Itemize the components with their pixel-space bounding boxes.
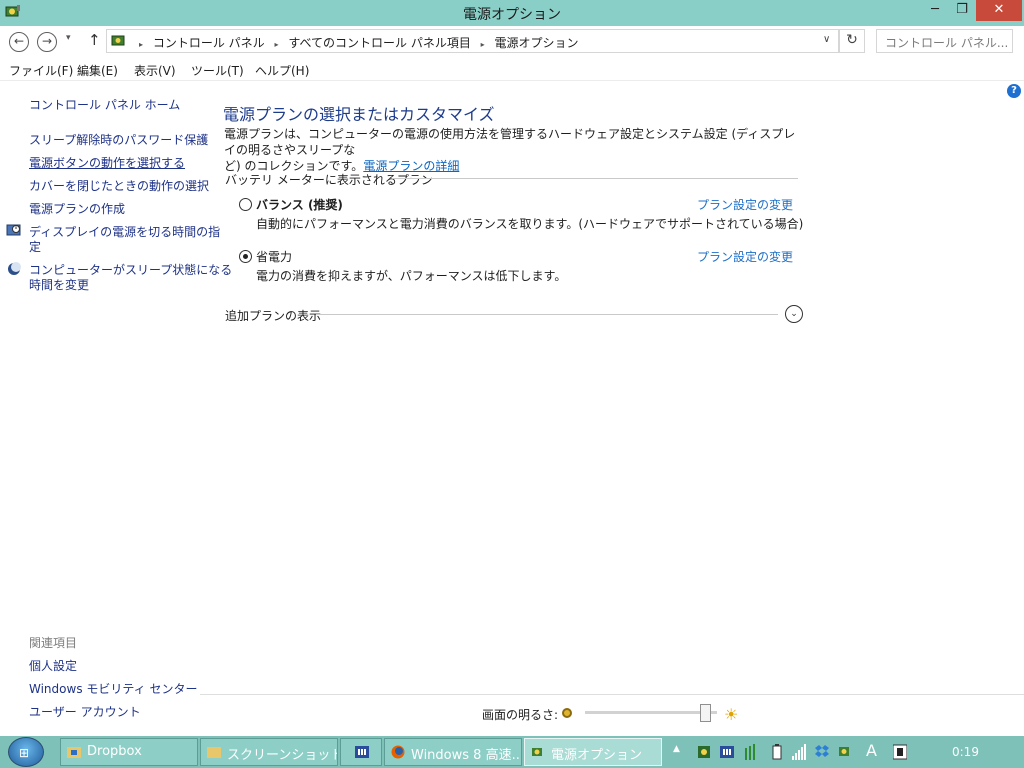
back-button[interactable]: ←: [9, 32, 29, 52]
network-signal-icon[interactable]: [792, 744, 806, 760]
brightness-label: 画面の明るさ:: [482, 708, 559, 722]
help-icon[interactable]: ?: [1007, 84, 1021, 98]
breadcrumb-control-panel[interactable]: コントロール パネル: [153, 36, 265, 50]
show-additional-plans-label[interactable]: 追加プランの表示: [225, 307, 321, 324]
window-title: 電源オプション: [463, 7, 561, 23]
related-personalization[interactable]: 個人設定: [29, 657, 77, 674]
description-line-1: 電源プランは、コンピューターの電源の使用方法を管理するハードウェア設定とシステム…: [224, 127, 796, 157]
sidebar-lid-close-action[interactable]: カバーを閉じたときの動作の選択: [29, 177, 209, 194]
balanced-plan-settings-link[interactable]: プラン設定の変更: [697, 196, 793, 213]
sidebar-create-plan[interactable]: 電源プランの作成: [29, 200, 125, 217]
start-button[interactable]: ⊞: [8, 737, 44, 767]
balanced-plan-radio[interactable]: [239, 198, 252, 211]
power-saver-plan-description: 電力の消費を抑えますが、パフォーマンスは低下します。: [256, 269, 567, 283]
taskbar-firefox[interactable]: Windows 8 高速...: [384, 738, 522, 766]
radio-selected-dot: [243, 254, 248, 259]
tray-expand-icon[interactable]: ▲: [673, 744, 687, 760]
related-user-accounts[interactable]: ユーザー アカウント: [29, 703, 141, 720]
sidebar-control-panel-home[interactable]: コントロール パネル ホーム: [29, 96, 180, 113]
tray-app-green-icon[interactable]: [697, 744, 711, 760]
power-saver-plan-settings-link[interactable]: プラン設定の変更: [697, 248, 793, 265]
power-saver-plan-radio[interactable]: [239, 250, 252, 263]
app-icon: [355, 746, 369, 758]
taskbar-dropbox[interactable]: Dropbox: [60, 738, 198, 766]
additional-plans-divider: [316, 314, 778, 315]
folder-icon: [207, 747, 221, 758]
power-options-icon: [532, 748, 542, 756]
menu-tools[interactable]: ツール(T): [191, 62, 244, 79]
refresh-button[interactable]: ↻: [839, 29, 865, 53]
battery-icon[interactable]: [770, 744, 784, 760]
balanced-plan-name[interactable]: バランス (推奨): [256, 196, 343, 213]
section-divider: [392, 178, 798, 179]
address-row: ← → ▾ ↑ ▸ コントロール パネル ▸ すべてのコントロール パネル項目 …: [0, 26, 1024, 58]
battery-meter-plans-heading: バッテリ メーターに表示されるプラン: [225, 173, 433, 187]
address-history-dropdown[interactable]: ∨: [823, 34, 830, 45]
search-input[interactable]: コントロール パネル...: [876, 29, 1013, 53]
dim-brightness-icon: [562, 708, 572, 718]
sidebar-display-off-time-cont[interactable]: 定: [29, 238, 41, 255]
close-button[interactable]: ✕: [976, 0, 1022, 21]
bright-sun-icon: ☀: [724, 705, 739, 724]
control-panel-icon: [111, 35, 125, 46]
brightness-slider-thumb[interactable]: [699, 704, 711, 722]
menu-file[interactable]: ファイル(F): [9, 62, 73, 79]
address-bar[interactable]: ▸ コントロール パネル ▸ すべてのコントロール パネル項目 ▸ 電源オプショ…: [106, 29, 839, 53]
title-bar: 電源オプション ─ ❐ ✕: [0, 0, 1024, 26]
chevron-down-icon[interactable]: ⌄: [785, 305, 803, 323]
menu-help[interactable]: ヘルプ(H): [255, 62, 309, 79]
taskbar-screenshots[interactable]: スクリーンショット: [200, 738, 338, 766]
sidebar-sleep-time-cont[interactable]: 時間を変更: [29, 276, 89, 293]
windows-flag-icon: ⊞: [19, 746, 30, 760]
tray-signal-bars-icon[interactable]: [744, 744, 758, 760]
taskbar-clock[interactable]: 0:19: [952, 745, 979, 759]
taskbar-power-options[interactable]: 電源オプション: [524, 738, 662, 766]
breadcrumb-separator-icon: ▸: [139, 40, 144, 49]
brightness-slider[interactable]: [585, 711, 717, 714]
firefox-icon: [391, 745, 405, 759]
sidebar-display-off-time[interactable]: ディスプレイの電源を切る時間の指: [29, 223, 220, 240]
sidebar-power-button-action[interactable]: 電源ボタンの動作を選択する: [29, 154, 185, 171]
page-title: 電源プランの選択またはカスタマイズ: [223, 105, 495, 124]
power-tray-icon[interactable]: [838, 744, 852, 760]
breadcrumb-power-options[interactable]: 電源オプション: [495, 36, 579, 50]
menu-edit[interactable]: 編集(E): [77, 62, 118, 79]
sleep-moon-icon: [8, 262, 21, 275]
recent-pages-dropdown[interactable]: ▾: [66, 33, 71, 43]
taskbar-app-3[interactable]: [340, 738, 382, 766]
dropbox-tray-icon[interactable]: [815, 744, 829, 760]
breadcrumb-separator-icon[interactable]: ▸: [275, 40, 279, 49]
page-description: 電源プランは、コンピューターの電源の使用方法を管理するハードウェア設定とシステム…: [224, 126, 804, 174]
dropbox-folder-icon: [67, 747, 81, 758]
bottom-divider: [200, 694, 1024, 695]
input-language-indicator[interactable]: A: [866, 741, 880, 760]
ime-icon[interactable]: [893, 744, 907, 760]
up-button[interactable]: ↑: [88, 31, 101, 49]
breadcrumb-all-items[interactable]: すべてのコントロール パネル項目: [288, 36, 471, 50]
menu-bar: ファイル(F) 編集(E) 表示(V) ツール(T) ヘルプ(H): [0, 59, 1024, 81]
breadcrumb-separator-icon[interactable]: ▸: [481, 40, 485, 49]
minimize-button[interactable]: ─: [920, 0, 950, 21]
related-mobility-center[interactable]: Windows モビリティ センター: [29, 680, 197, 697]
menu-view[interactable]: 表示(V): [134, 62, 176, 79]
power-saver-plan-name[interactable]: 省電力: [256, 248, 292, 265]
sidebar-password-on-wake[interactable]: スリープ解除時のパスワード保護: [29, 131, 208, 148]
forward-button[interactable]: →: [37, 32, 57, 52]
balanced-plan-description: 自動的にパフォーマンスと電力消費のバランスを取ります。(ハードウェアでサポートさ…: [256, 217, 804, 231]
related-items-heading: 関連項目: [29, 636, 78, 650]
tray-app-blue-icon[interactable]: [720, 744, 734, 760]
breadcrumb: ▸ コントロール パネル ▸ すべてのコントロール パネル項目 ▸ 電源オプショ…: [133, 34, 579, 51]
display-timer-icon: [6, 224, 21, 236]
maximize-button[interactable]: ❐: [948, 0, 976, 21]
